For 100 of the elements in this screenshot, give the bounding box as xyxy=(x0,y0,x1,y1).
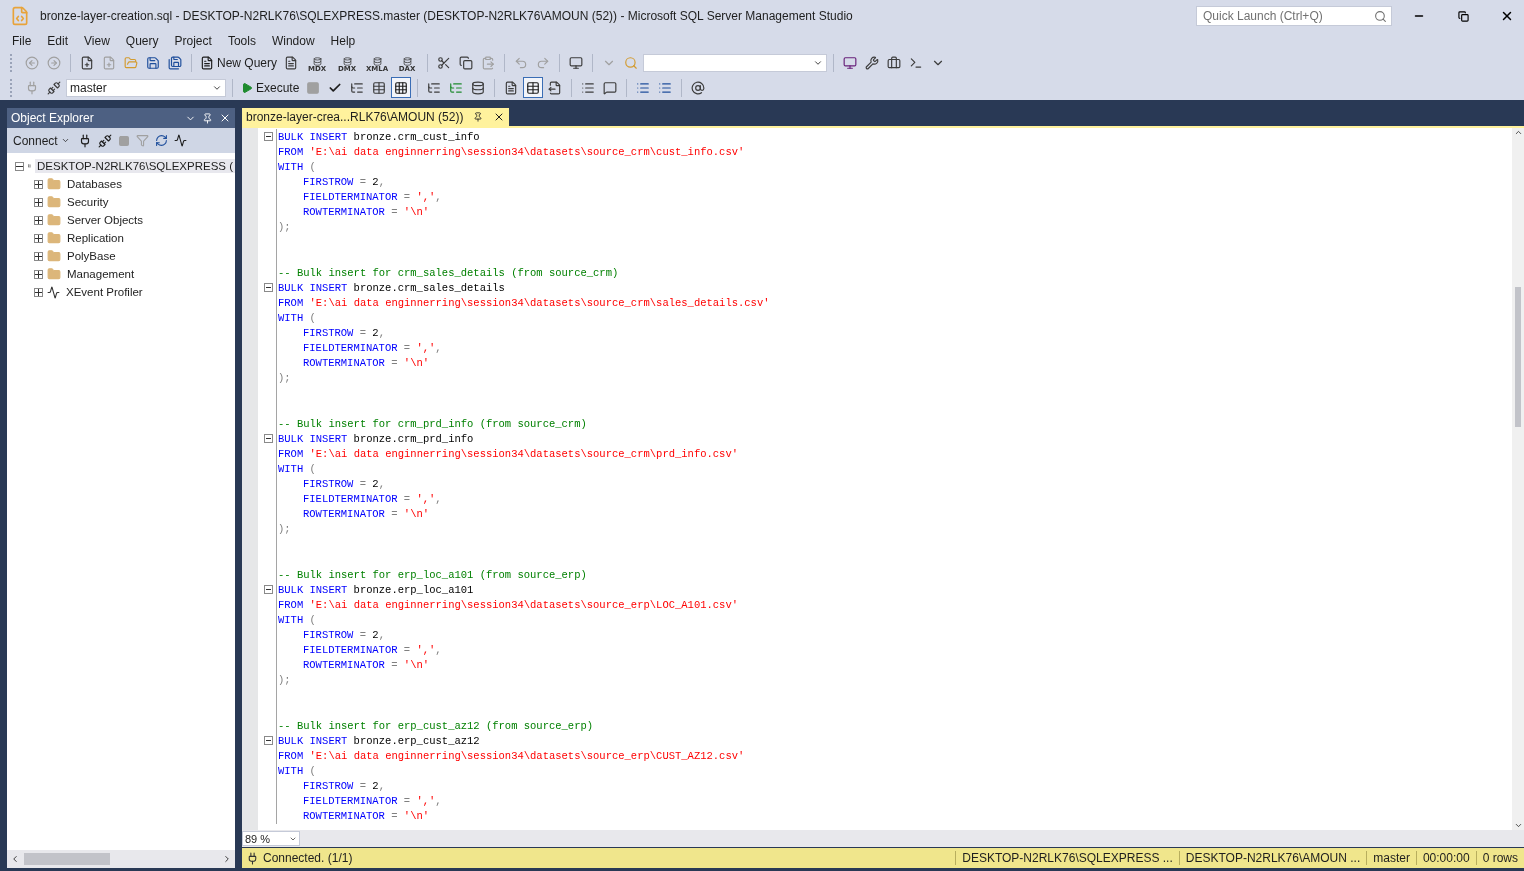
code-line: FIRSTROW = 2, xyxy=(302,629,385,642)
menu-item[interactable]: Window xyxy=(263,32,323,50)
code-line: ROWTERMINATOR = '\n' xyxy=(302,206,430,219)
folder-icon xyxy=(47,195,61,209)
code-line: WITH ( xyxy=(278,160,316,173)
tree-item[interactable]: Security xyxy=(65,195,111,209)
menu-item[interactable]: Project xyxy=(166,32,220,50)
code-line: BULK INSERT bronze.erp_loc_a101 xyxy=(278,583,474,596)
grid-icon xyxy=(394,80,409,95)
code-line: WITH ( xyxy=(278,614,316,627)
expand-toggle[interactable] xyxy=(34,251,43,261)
caret-icon xyxy=(60,136,70,145)
refresh-icon[interactable] xyxy=(154,134,168,147)
minus-icon xyxy=(265,587,271,593)
tree-item[interactable]: Databases xyxy=(65,177,124,191)
panel-title: Object Explorer xyxy=(11,111,95,125)
new-query-button[interactable]: New Query xyxy=(198,52,280,73)
table-icon xyxy=(526,80,541,95)
activity-icon[interactable] xyxy=(173,134,187,147)
database-combo[interactable]: master xyxy=(66,78,226,97)
tree-item[interactable]: DESKTOP-N2RLK76\SQLEXPRESS ( xyxy=(35,159,235,173)
minus-icon xyxy=(265,134,271,140)
execute-button[interactable]: Execute xyxy=(239,77,302,98)
menu-item[interactable]: Edit xyxy=(39,32,77,50)
search-icon xyxy=(1374,9,1387,23)
minus-icon xyxy=(265,738,271,744)
status-field: 0 rows xyxy=(1475,851,1524,865)
pin-icon[interactable] xyxy=(202,112,213,124)
zoom-combo[interactable]: 89 % xyxy=(242,831,300,846)
code-line: WITH ( xyxy=(278,311,316,324)
expand-toggle[interactable] xyxy=(34,233,43,243)
close-icon[interactable] xyxy=(1500,9,1514,23)
document-tab[interactable]: bronze-layer-crea...RLK76\AMOUN (52)) xyxy=(242,108,510,126)
code-line: ROWTERMINATOR = '\n' xyxy=(302,508,430,521)
tree-item[interactable]: Server Objects xyxy=(65,213,146,227)
code-line: FROM 'E:\ai data enginnerring\session34\datasets\source_crm\cust_info.csv' xyxy=(278,145,745,158)
code-line: FIELDTERMINATOR = ',', xyxy=(302,493,442,506)
minus-icon xyxy=(265,285,271,291)
close-icon[interactable] xyxy=(219,112,231,124)
expand-toggle[interactable] xyxy=(34,179,43,189)
code-line: FIRSTROW = 2, xyxy=(302,326,385,339)
code-line: ROWTERMINATOR = '\n' xyxy=(302,810,430,823)
status-message: Connected. (1/1) xyxy=(263,851,354,865)
tree-item[interactable]: XEvent Profiler xyxy=(64,285,145,299)
code-line: FROM 'E:\ai data enginnerring\session34\datasets\source_crm\prd_info.csv' xyxy=(278,447,738,460)
scroll-up-icon[interactable] xyxy=(1513,128,1523,137)
code-line: ROWTERMINATOR = '\n' xyxy=(302,357,430,370)
restore-icon[interactable] xyxy=(1457,10,1469,22)
status-field: DESKTOP-N2RLK76\SQLEXPRESS ... xyxy=(955,851,1179,865)
scroll-down-icon[interactable] xyxy=(1513,821,1523,830)
menu-item[interactable]: View xyxy=(76,32,118,50)
cube-icon xyxy=(402,57,412,66)
cube-icon xyxy=(312,57,322,66)
scroll-left-icon[interactable] xyxy=(10,854,20,864)
tree-item[interactable]: Replication xyxy=(65,231,126,245)
code-line: FIELDTERMINATOR = ',', xyxy=(302,795,442,808)
quick-launch-field[interactable]: Quick Launch (Ctrl+Q) xyxy=(1196,6,1392,26)
results-to-grid-button[interactable] xyxy=(523,77,544,98)
disconnect-icon[interactable] xyxy=(97,133,112,148)
expand-toggle[interactable] xyxy=(34,287,43,297)
tree-item[interactable]: Management xyxy=(65,267,137,281)
horizontal-scrollbar[interactable] xyxy=(7,850,235,868)
status-field: master xyxy=(1366,851,1416,865)
results-grid-button[interactable] xyxy=(391,77,412,98)
fold-toggle[interactable] xyxy=(263,132,273,142)
expand-toggle[interactable] xyxy=(34,215,43,225)
fold-toggle[interactable] xyxy=(263,434,273,444)
tree-item[interactable]: PolyBase xyxy=(65,249,118,263)
code-line: ); xyxy=(278,372,291,385)
code-line: FROM 'E:\ai data enginnerring\session34\datasets\source_erp\LOC_A101.csv' xyxy=(278,598,738,611)
cube-icon xyxy=(342,57,352,66)
scroll-right-icon[interactable] xyxy=(222,854,232,864)
code-line: WITH ( xyxy=(278,765,316,778)
fold-toggle[interactable] xyxy=(263,283,273,293)
code-line: ); xyxy=(278,221,291,234)
code-line: FIELDTERMINATOR = ',', xyxy=(302,644,442,657)
plus-icon xyxy=(35,288,42,296)
code-line: BULK INSERT bronze.erp_cust_az12 xyxy=(278,734,480,747)
code-line: FIELDTERMINATOR = ',', xyxy=(302,191,442,203)
code-line: FIELDTERMINATOR = ',', xyxy=(302,342,442,355)
code-line: -- Bulk insert for erp_loc_a101 (from source_erp) xyxy=(278,568,587,581)
expand-toggle[interactable] xyxy=(34,269,43,279)
connected-icon xyxy=(246,851,259,865)
code-line: FROM 'E:\ai data enginnerring\session34\datasets\source_crm\sales_details.csv' xyxy=(278,296,770,309)
menu-item[interactable]: Query xyxy=(117,32,167,50)
folder-icon xyxy=(47,177,61,191)
menu-item[interactable]: Tools xyxy=(219,32,264,50)
expand-toggle[interactable] xyxy=(34,197,43,207)
expand-toggle[interactable] xyxy=(15,161,24,171)
pin-icon[interactable] xyxy=(473,112,484,122)
code-line: ROWTERMINATOR = '\n' xyxy=(302,659,430,672)
code-line: ); xyxy=(278,674,291,687)
fold-toggle[interactable] xyxy=(263,585,273,595)
status-field: 00:00:00 xyxy=(1415,851,1476,865)
cube-icon xyxy=(372,57,382,66)
menu-item[interactable]: File xyxy=(4,32,40,50)
vertical-scrollbar[interactable] xyxy=(1512,128,1524,830)
menu-item[interactable]: Help xyxy=(322,32,364,50)
fold-toggle[interactable] xyxy=(263,736,273,746)
plus-icon xyxy=(35,216,42,224)
